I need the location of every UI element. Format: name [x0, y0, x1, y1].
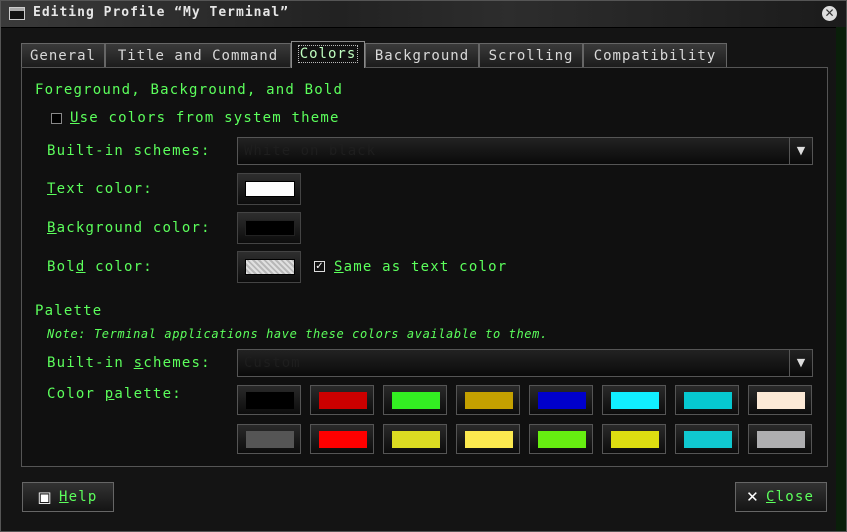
palette-color-swatch: [392, 431, 440, 448]
chevron-down-icon: ▼: [789, 138, 812, 164]
palette-color-button[interactable]: [529, 385, 593, 415]
palette-color-swatch: [319, 392, 367, 409]
help-button-label: Help: [59, 489, 98, 505]
text-color-button[interactable]: [237, 173, 301, 205]
palette-color-button[interactable]: [383, 424, 447, 454]
palette-color-button[interactable]: [675, 385, 739, 415]
palette-color-swatch: [757, 431, 805, 448]
palette-color-swatch: [684, 392, 732, 409]
tab-background[interactable]: Background: [365, 43, 479, 67]
help-icon: ▣: [37, 488, 53, 506]
palette-color-swatch: [538, 431, 586, 448]
palette-color-button[interactable]: [529, 424, 593, 454]
bold-color-button[interactable]: [237, 251, 301, 283]
palette-color-button[interactable]: [602, 424, 666, 454]
palette-color-button[interactable]: [675, 424, 739, 454]
window-title: Editing Profile “My Terminal”: [33, 5, 289, 20]
palette-color-button[interactable]: [310, 424, 374, 454]
palette-color-swatch: [611, 392, 659, 409]
palette-color-swatch: [465, 431, 513, 448]
palette-color-swatch: [538, 392, 586, 409]
tab-title-and-command[interactable]: Title and Command: [105, 43, 291, 67]
use-system-theme-checkbox[interactable]: [51, 113, 62, 124]
close-icon: ✕: [746, 488, 760, 506]
palette-color-button[interactable]: [602, 385, 666, 415]
color-palette-label: Color palette:: [47, 386, 182, 402]
tab-general-label: General: [29, 48, 96, 64]
chevron-down-icon: ▼: [789, 350, 812, 376]
palette-color-button[interactable]: [383, 385, 447, 415]
palette-color-swatch: [465, 392, 513, 409]
palette-color-button[interactable]: [456, 424, 520, 454]
background-strip: [836, 27, 846, 531]
palette-color-swatch: [757, 392, 805, 409]
tab-compatibility[interactable]: Compatibility: [583, 43, 727, 67]
palette-builtin-schemes-label: Built-in schemes:: [47, 355, 211, 371]
fg-section-heading: Foreground, Background, and Bold: [35, 82, 344, 98]
tab-background-label: Background: [374, 48, 470, 64]
close-button[interactable]: ✕ Close: [735, 482, 827, 512]
palette-color-swatch: [246, 431, 294, 448]
palette-color-swatch: [392, 392, 440, 409]
palette-color-button[interactable]: [237, 385, 301, 415]
title-bar[interactable]: Editing Profile “My Terminal” ✕: [1, 1, 846, 28]
background-color-label: Background color:: [47, 220, 211, 236]
window-close-button[interactable]: ✕: [822, 6, 837, 21]
tab-general[interactable]: General: [21, 43, 105, 67]
tab-compatibility-label: Compatibility: [593, 48, 717, 64]
palette-note: Note: Terminal applications have these c…: [47, 327, 548, 341]
palette-color-button[interactable]: [456, 385, 520, 415]
use-system-theme-label[interactable]: Use colors from system theme: [70, 110, 340, 126]
bold-color-swatch: [245, 259, 295, 275]
palette-builtin-schemes-select[interactable]: Custom ▼: [237, 349, 813, 377]
fg-builtin-schemes-value: White on black: [244, 143, 377, 159]
text-color-label: Text color:: [47, 181, 153, 197]
palette-section-heading: Palette: [35, 303, 103, 319]
palette-color-button[interactable]: [748, 385, 812, 415]
fg-builtin-schemes-select[interactable]: White on black ▼: [237, 137, 813, 165]
profile-dialog: Editing Profile “My Terminal” ✕ General …: [0, 0, 847, 532]
background-color-button[interactable]: [237, 212, 301, 244]
help-button[interactable]: ▣ Help: [22, 482, 114, 512]
palette-color-swatch: [246, 392, 294, 409]
tab-colors-label: Colors: [297, 45, 359, 63]
palette-color-swatch: [319, 431, 367, 448]
builtin-schemes-label: Built-in schemes:: [47, 143, 211, 159]
palette-color-swatch: [684, 431, 732, 448]
terminal-icon: [9, 7, 25, 20]
close-button-label: Close: [766, 489, 815, 505]
palette-color-button[interactable]: [237, 424, 301, 454]
same-as-text-checkbox[interactable]: ✓: [314, 261, 325, 272]
palette-builtin-schemes-value: Custom: [244, 355, 301, 371]
tab-scrolling[interactable]: Scrolling: [479, 43, 583, 67]
background-color-swatch: [245, 220, 295, 236]
palette-color-swatch: [611, 431, 659, 448]
colors-panel: Foreground, Background, and Bold Use col…: [21, 67, 828, 467]
tab-colors[interactable]: Colors: [291, 41, 365, 68]
tab-title-and-command-label: Title and Command: [117, 48, 279, 64]
bold-color-label: Bold color:: [47, 259, 153, 275]
text-color-swatch: [245, 181, 295, 197]
tab-scrolling-label: Scrolling: [488, 48, 574, 64]
palette-color-button[interactable]: [310, 385, 374, 415]
same-as-text-label[interactable]: Same as text color: [334, 259, 507, 275]
palette-color-button[interactable]: [748, 424, 812, 454]
